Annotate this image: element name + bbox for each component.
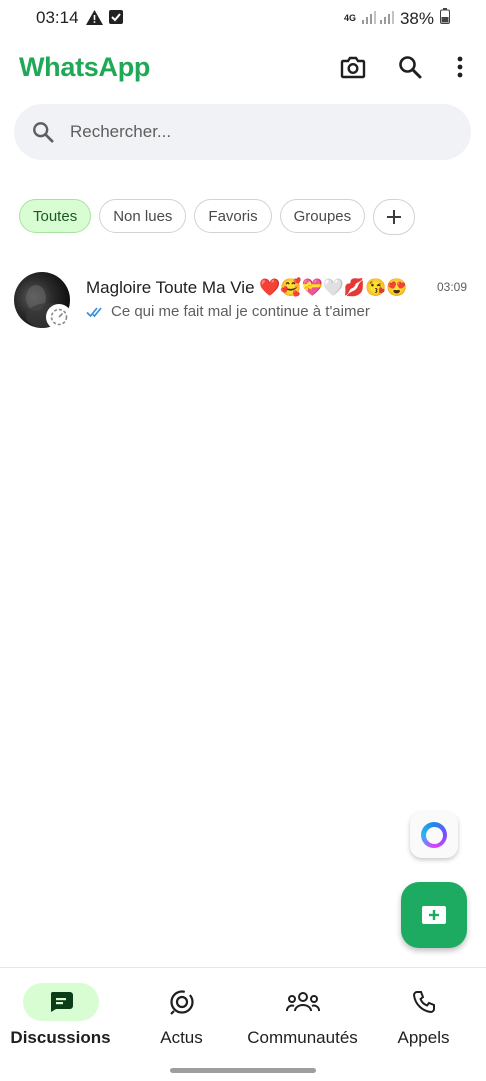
nav-label-appels: Appels (397, 1028, 450, 1047)
double-check-icon (86, 306, 102, 317)
nav-label-communautes: Communautés (247, 1028, 358, 1047)
communities-icon (265, 983, 341, 1021)
status-timer-icon (46, 304, 72, 330)
add-filter-button[interactable] (373, 199, 416, 235)
nav-label-actus: Actus (160, 1028, 203, 1047)
chip-toutes[interactable]: Toutes (19, 199, 92, 233)
phone-icon (386, 983, 462, 1021)
nav-communautes[interactable]: Communautés (242, 968, 363, 1058)
signal-icon (361, 9, 394, 29)
nav-appels[interactable]: Appels (363, 968, 484, 1058)
battery-percent: 38% (399, 8, 434, 28)
filter-chips: Toutes Non lues Favoris Groupes (19, 199, 416, 235)
nav-discussions[interactable]: Discussions (0, 968, 121, 1058)
home-indicator[interactable] (170, 1068, 316, 1073)
warning-icon (86, 10, 103, 30)
status-right: 4G 38% (344, 8, 450, 29)
chip-groupes[interactable]: Groupes (279, 199, 366, 233)
nav-actus[interactable]: Actus (121, 968, 242, 1058)
plus-icon (387, 210, 402, 224)
chats-icon (22, 983, 99, 1021)
bottom-nav: Discussions Actus Communautés Appels (0, 967, 486, 1081)
network-type: 4G (343, 13, 356, 23)
chat-preview-text: Ce qui me fait mal je continue à t'aimer (111, 303, 370, 320)
new-chat-button[interactable] (401, 882, 467, 948)
nav-label-discussions: Discussions (10, 1028, 111, 1047)
app-title: WhatsApp (19, 52, 151, 82)
search-bar-icon (31, 120, 55, 144)
battery-icon (440, 8, 450, 29)
chip-non-lues[interactable]: Non lues (99, 199, 187, 233)
checkbox-notification-icon (109, 10, 123, 29)
updates-icon (144, 983, 220, 1021)
status-bar: 03:14 4G 38% (0, 0, 486, 36)
more-vert-icon[interactable] (445, 52, 475, 82)
search-bar[interactable] (14, 104, 471, 160)
chat-preview: Ce qui me fait mal je continue à t'aimer (86, 303, 370, 320)
chat-time: 03:09 (436, 280, 467, 294)
chat-name: Magloire Toute Ma Vie ❤️🥰💝🤍💋😘😍 (86, 278, 408, 297)
meta-ai-button[interactable] (410, 812, 458, 858)
meta-ai-icon (421, 822, 447, 848)
chat-list-item[interactable]: Magloire Toute Ma Vie ❤️🥰💝🤍💋😘😍 03:09 Ce … (0, 262, 486, 338)
chip-favoris[interactable]: Favoris (194, 199, 272, 233)
status-time: 03:14 (36, 8, 79, 27)
search-icon[interactable] (395, 52, 425, 82)
new-chat-icon (422, 906, 446, 924)
search-input[interactable] (68, 121, 432, 143)
camera-icon[interactable] (338, 52, 368, 82)
